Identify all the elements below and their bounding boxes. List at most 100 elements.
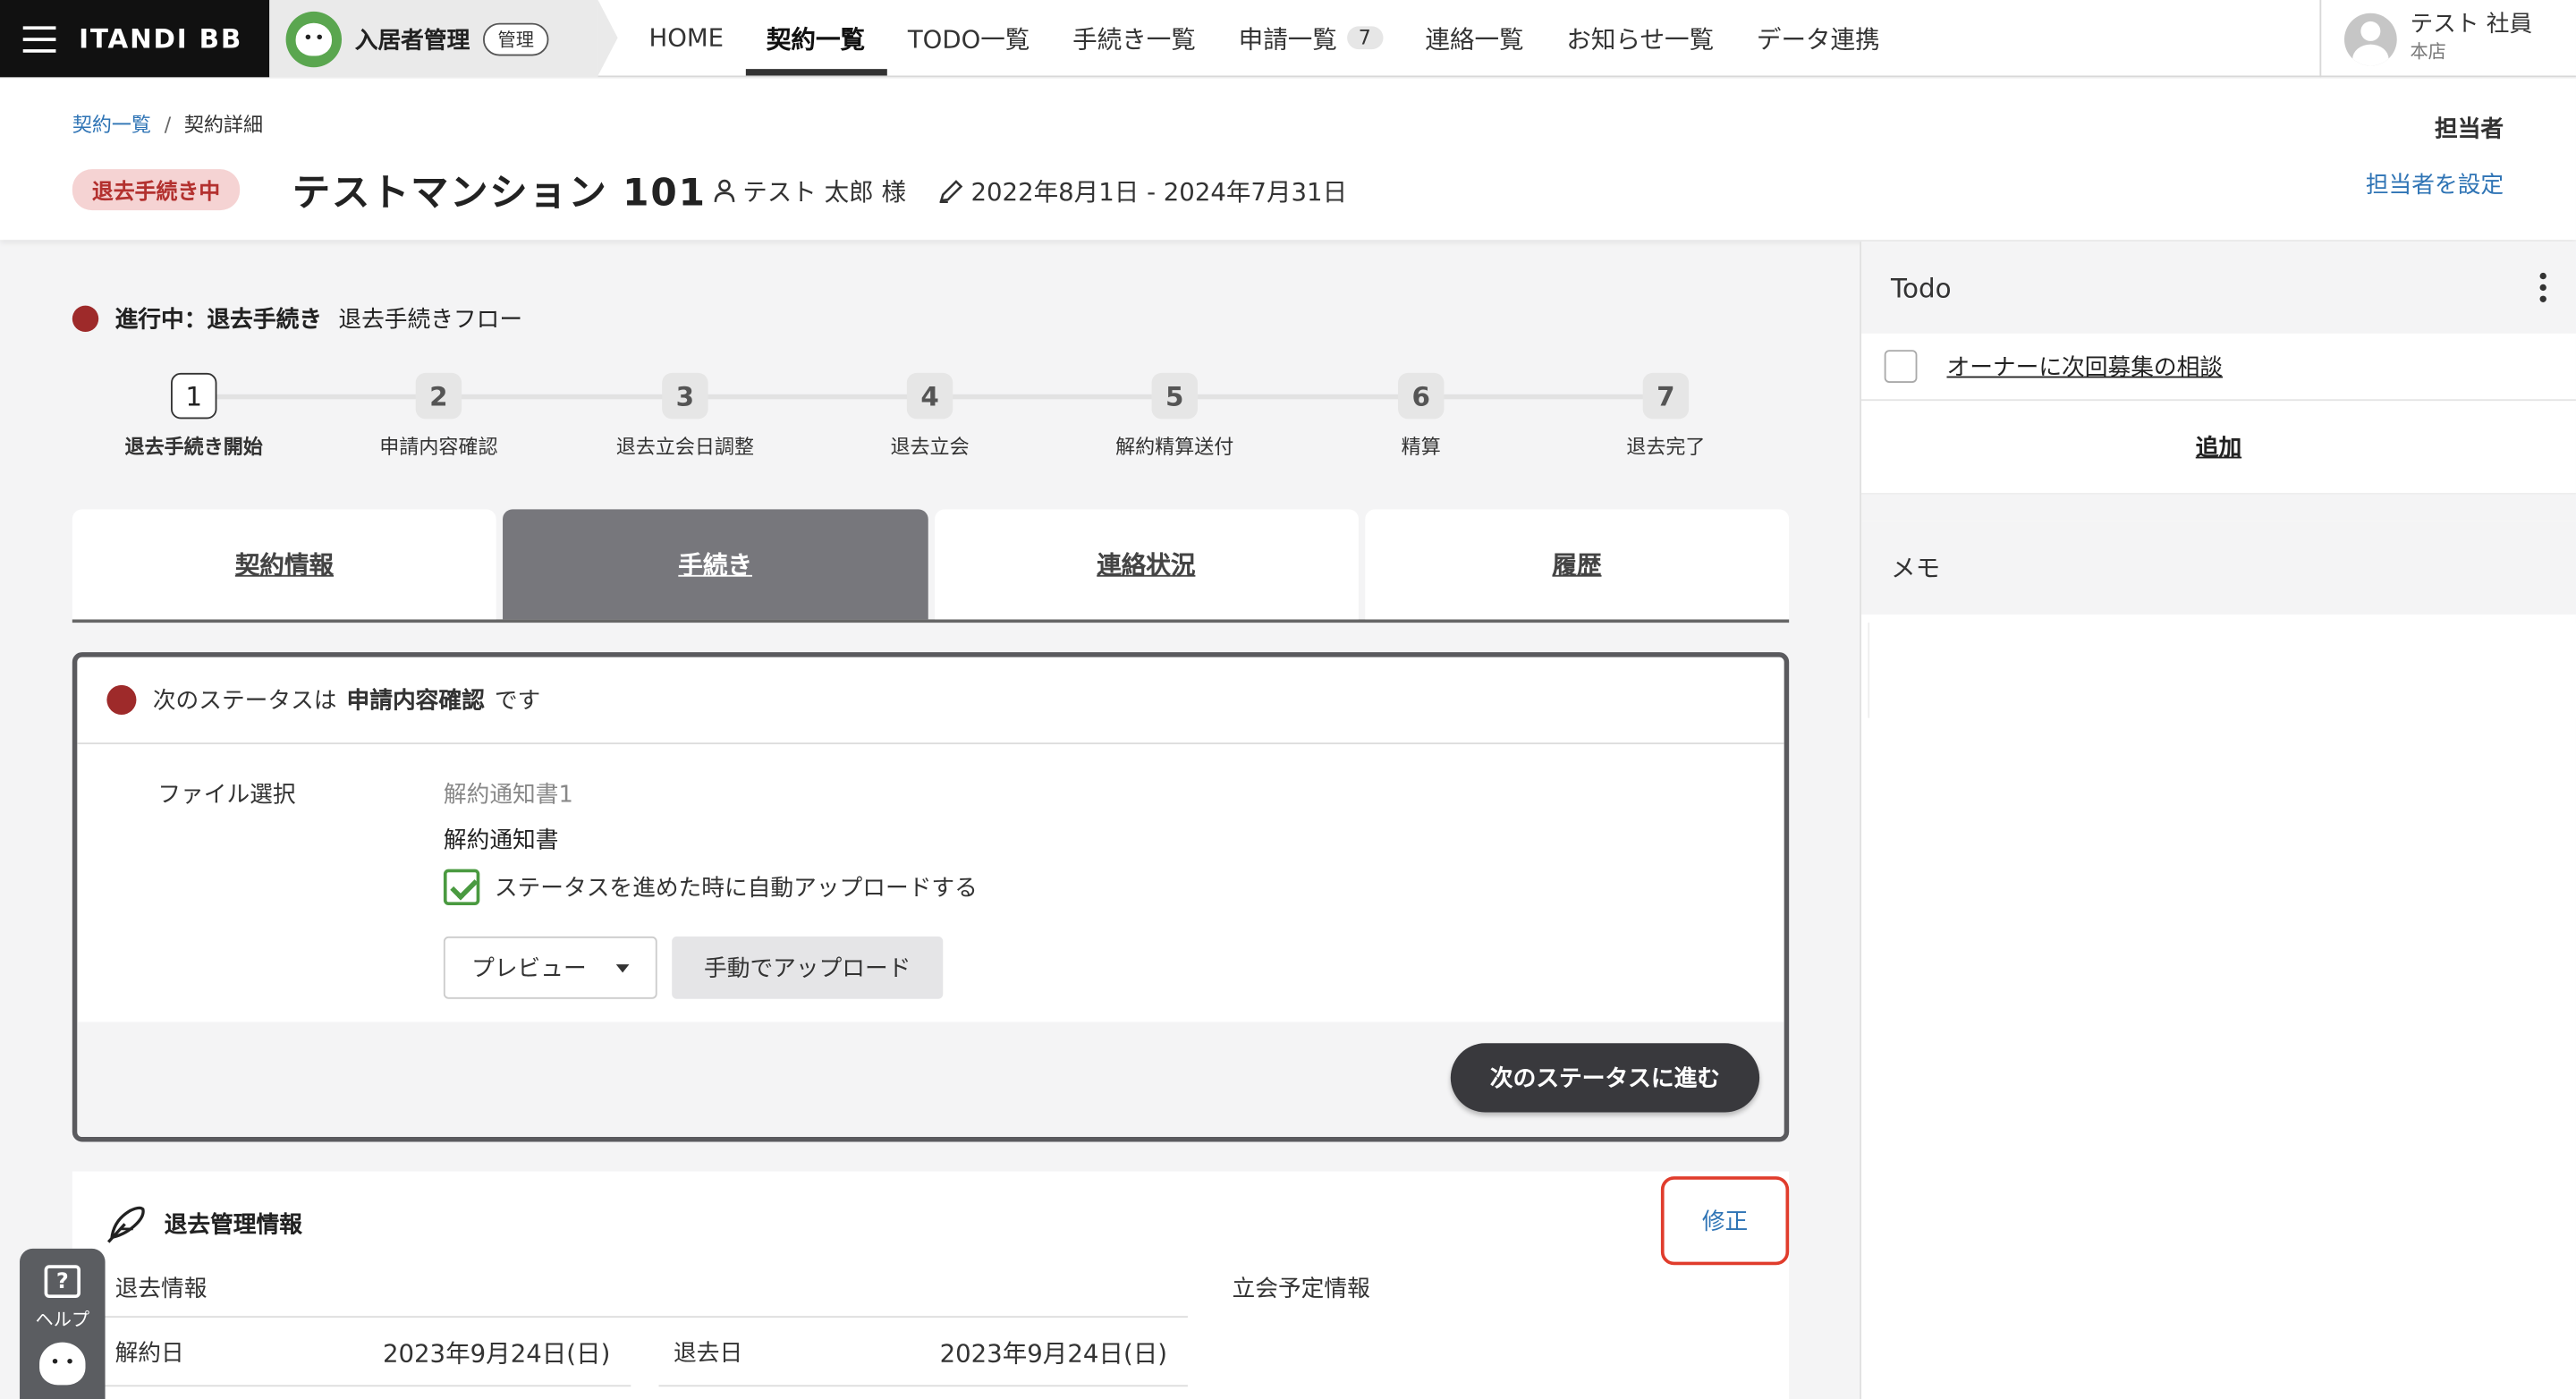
bear-mascot-icon	[39, 1342, 86, 1386]
section-gap	[1860, 494, 2576, 521]
step-4: 4 退去立会	[807, 372, 1054, 460]
brand-block: ITANDI BB	[0, 0, 270, 78]
todo-item-link[interactable]: オーナーに次回募集の相談	[1946, 350, 2223, 383]
set-assignee-link[interactable]: 担当者を設定	[2366, 167, 2504, 200]
tab-contact-status[interactable]: 連絡状況	[934, 509, 1359, 620]
step-label: 退去完了	[1626, 435, 1706, 459]
feather-pen-icon	[106, 1206, 145, 1243]
exit-date-label: 退去日	[674, 1340, 743, 1368]
file-name: 解約通知書	[443, 827, 559, 855]
menu-icon[interactable]	[0, 25, 79, 52]
tenant-info: テスト 太郎 様	[713, 174, 906, 209]
todo-header: Todo	[1860, 241, 2576, 334]
applications-count-badge: 7	[1346, 26, 1383, 50]
main-nav: HOME 契約一覧 TODO一覧 手続き一覧 申請一覧 7 連絡一覧 お知らせ一覧…	[628, 0, 1902, 76]
status-dot	[106, 684, 137, 715]
page-title: テストマンション 101	[292, 172, 707, 216]
memo-header: メモ	[1860, 521, 2576, 615]
step-number: 4	[906, 372, 953, 420]
manual-upload-button[interactable]: 手動でアップロード	[672, 936, 944, 999]
step-label: 退去立会日調整	[615, 435, 755, 459]
step-number: 7	[1642, 372, 1690, 420]
memo-title: メモ	[1891, 553, 1941, 584]
divider	[105, 1385, 631, 1387]
nav-contracts[interactable]: 契約一覧	[744, 0, 886, 76]
tab-procedures[interactable]: 手続き	[503, 509, 928, 620]
preview-dropdown-button[interactable]: プレビュー	[443, 936, 657, 999]
todo-title: Todo	[1891, 271, 1952, 303]
exit-management-card: 退去管理情報 修正 退去情報 立会予定情報 解約日 2023年9月24日(日) …	[72, 1171, 1790, 1399]
next-status-header: 次のステータスは 申請内容確認 です	[77, 657, 1784, 745]
step-label: 申請内容確認	[379, 435, 498, 459]
breadcrumb-contract-list[interactable]: 契約一覧	[72, 114, 151, 137]
todo-item: オーナーに次回募集の相談	[1860, 334, 2576, 402]
status-badge: 退去手続き中	[72, 169, 241, 211]
step-6: 6 精算	[1298, 372, 1545, 460]
step-number: 3	[662, 372, 708, 420]
step-1: 1 退去手続き開始	[71, 372, 318, 460]
breadcrumb-separator: /	[164, 113, 172, 137]
progress-status: 進行中：退去手続き 退去手続きフロー	[72, 302, 522, 335]
auto-upload-checkbox[interactable]	[443, 869, 480, 906]
exit-management-title-text: 退去管理情報	[164, 1212, 302, 1239]
nav-contacts[interactable]: 連絡一覧	[1404, 0, 1546, 75]
nav-notices[interactable]: お知らせ一覧	[1546, 0, 1736, 75]
avatar-icon	[2343, 12, 2397, 65]
preview-button-label: プレビュー	[471, 955, 587, 983]
more-options-icon[interactable]	[2539, 272, 2546, 302]
status-card-footer: 次のステータスに進む	[77, 1022, 1784, 1137]
nav-applications-label: 申請一覧	[1238, 23, 1337, 54]
side-panel: Todo オーナーに次回募集の相談 追加 メモ	[1860, 241, 2576, 1399]
next-status-prefix: 次のステータスは	[152, 688, 337, 715]
divider	[105, 1316, 1188, 1318]
person-icon	[714, 179, 735, 202]
product-switcher[interactable]: 入居者管理 管理	[269, 0, 618, 78]
file-select-label: ファイル選択	[157, 782, 296, 809]
divider	[658, 1385, 1188, 1387]
help-label: ヘルプ	[35, 1309, 90, 1331]
detail-tabs: 契約情報 手続き 連絡状況 履歴	[72, 509, 1790, 623]
todo-checkbox[interactable]	[1884, 350, 1918, 383]
nav-procedures[interactable]: 手続き一覧	[1051, 0, 1217, 75]
next-status-card: 次のステータスは 申請内容確認 です ファイル選択 解約通知書1 解約通知書 ス…	[72, 652, 1790, 1142]
tab-history[interactable]: 履歴	[1364, 509, 1790, 620]
tenant-name: テスト 太郎 様	[742, 177, 907, 208]
step-7: 7 退去完了	[1543, 372, 1790, 460]
nav-todo[interactable]: TODO一覧	[886, 0, 1051, 75]
exit-management-title: 退去管理情報	[106, 1204, 302, 1243]
nav-data-integration[interactable]: データ連携	[1735, 0, 1902, 75]
file-group-name: 解約通知書1	[443, 782, 573, 809]
brand-name[interactable]: ITANDI BB	[79, 23, 242, 55]
step-indicator: 1 退去手続き開始 2 申請内容確認 3 退去立会日調整 4 退去立会 5 解約精算送付 …	[71, 372, 1790, 471]
auto-upload-option[interactable]: ステータスを進めた時に自動アップロードする	[443, 869, 978, 906]
cancel-date-label: 解約日	[114, 1340, 184, 1368]
step-label: 精算	[1401, 435, 1441, 459]
add-todo-button[interactable]: 追加	[1860, 401, 2576, 495]
help-question-icon: ?	[44, 1265, 80, 1298]
step-number: 5	[1151, 372, 1198, 420]
memo-input-area[interactable]	[1868, 623, 2576, 718]
next-status-button[interactable]: 次のステータスに進む	[1450, 1043, 1760, 1113]
help-widget[interactable]: ? ヘルプ	[20, 1248, 106, 1399]
user-branch: 本店	[2410, 40, 2446, 63]
exit-info-subtitle: 退去情報	[114, 1276, 208, 1303]
next-status-suffix: です	[494, 688, 541, 715]
breadcrumb-current: 契約詳細	[183, 113, 264, 137]
step-number: 1	[171, 372, 217, 420]
main-content: 進行中：退去手続き 退去手続きフロー 1 退去手続き開始 2 申請内容確認 3 退去立…	[0, 242, 1860, 1399]
user-name: テスト 社員	[2410, 11, 2533, 38]
visit-info-subtitle: 立会予定情報	[1232, 1276, 1370, 1303]
bear-logo-icon	[285, 10, 343, 67]
contract-period: 2022年8月1日 - 2024年7月31日	[938, 174, 1347, 209]
contract-header: 契約一覧 / 契約詳細 退去手続き中 テストマンション 101 テスト 太郎 様 2…	[0, 79, 2576, 241]
edit-button[interactable]: 修正	[1660, 1176, 1790, 1266]
nav-home[interactable]: HOME	[628, 0, 745, 75]
tab-contract-info[interactable]: 契約情報	[72, 509, 497, 620]
file-selection-section: ファイル選択 解約通知書1 解約通知書 ステータスを進めた時に自動アップロードす…	[77, 744, 1784, 1029]
step-number: 2	[415, 372, 462, 420]
user-menu[interactable]: テスト 社員 本店	[2319, 0, 2576, 78]
step-2: 2 申請内容確認	[316, 372, 563, 460]
nav-applications[interactable]: 申請一覧 7	[1217, 0, 1404, 75]
assignee-label: 担当者	[2434, 116, 2504, 143]
top-navigation-bar: ITANDI BB 入居者管理 管理 HOME 契約一覧 TODO一覧 手続き一…	[0, 0, 2576, 78]
